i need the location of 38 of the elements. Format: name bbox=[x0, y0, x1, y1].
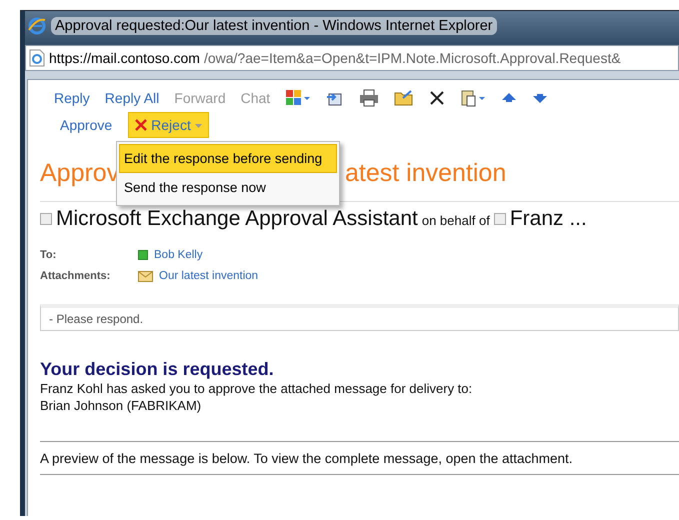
contact-icon bbox=[40, 213, 52, 225]
window-title: Approval requested:Our latest invention - Windows Internet Explorer bbox=[51, 17, 497, 35]
url-host: https://mail.contoso.com bbox=[49, 50, 200, 66]
x-icon bbox=[135, 119, 148, 131]
toolbar-button[interactable]: Approve bbox=[54, 113, 118, 137]
note-text: - Please respond. bbox=[40, 304, 679, 331]
menu-item[interactable]: Edit the response before sending bbox=[119, 144, 337, 173]
contact-icon bbox=[494, 213, 506, 225]
to-label: To: bbox=[40, 249, 58, 261]
presence-icon bbox=[138, 250, 148, 260]
decision-heading: Your decision is requested. bbox=[40, 359, 275, 380]
dropdown-button[interactable]: Reject bbox=[128, 112, 209, 138]
sender-name[interactable]: Microsoft Exchange Approval Assistant bbox=[56, 207, 418, 231]
envelope-icon bbox=[138, 270, 153, 282]
attachment-link[interactable]: Our latest invention bbox=[159, 270, 258, 282]
browser-logo-icon bbox=[27, 16, 47, 36]
folder-icon[interactable] bbox=[394, 89, 414, 107]
clipboard-icon[interactable] bbox=[460, 89, 486, 107]
body-text: Franz Kohl has asked you to approve the attached message for delivery to: bbox=[40, 380, 474, 397]
preview-note: A preview of the message is below. To view the complete message, open the attachment. bbox=[40, 450, 574, 468]
address-bar[interactable]: https://mail.contoso.com /owa/?ae=Item&a=Open&t=IPM.Note.Microsoft.Approval.Request& bbox=[25, 45, 679, 71]
url-path: /owa/?ae=Item&a=Open&t=IPM.Note.Microsoft.Approval.Request& bbox=[204, 50, 621, 66]
down-arrow-icon[interactable] bbox=[532, 92, 548, 104]
attachments-label: Attachments: bbox=[40, 270, 112, 282]
delegate-name[interactable]: Franz ... bbox=[510, 207, 587, 231]
subject-text: Approv bbox=[40, 159, 120, 189]
on-behalf-label: on behalf of bbox=[422, 213, 490, 228]
subject-text: atest invention bbox=[345, 159, 508, 189]
toolbar-link[interactable]: Reply bbox=[54, 90, 90, 106]
categories-icon[interactable] bbox=[285, 89, 312, 107]
page-icon bbox=[29, 49, 45, 67]
recipient-link[interactable]: Bob Kelly bbox=[154, 249, 203, 261]
body-text: Brian Johnson (FABRIKAM) bbox=[40, 397, 202, 414]
up-arrow-icon[interactable] bbox=[501, 92, 518, 104]
toolbar-link[interactable]: Reply All bbox=[104, 90, 160, 106]
print-icon[interactable] bbox=[359, 89, 380, 107]
delete-icon[interactable] bbox=[429, 90, 446, 106]
menu-item[interactable]: Send the response now bbox=[119, 173, 337, 202]
